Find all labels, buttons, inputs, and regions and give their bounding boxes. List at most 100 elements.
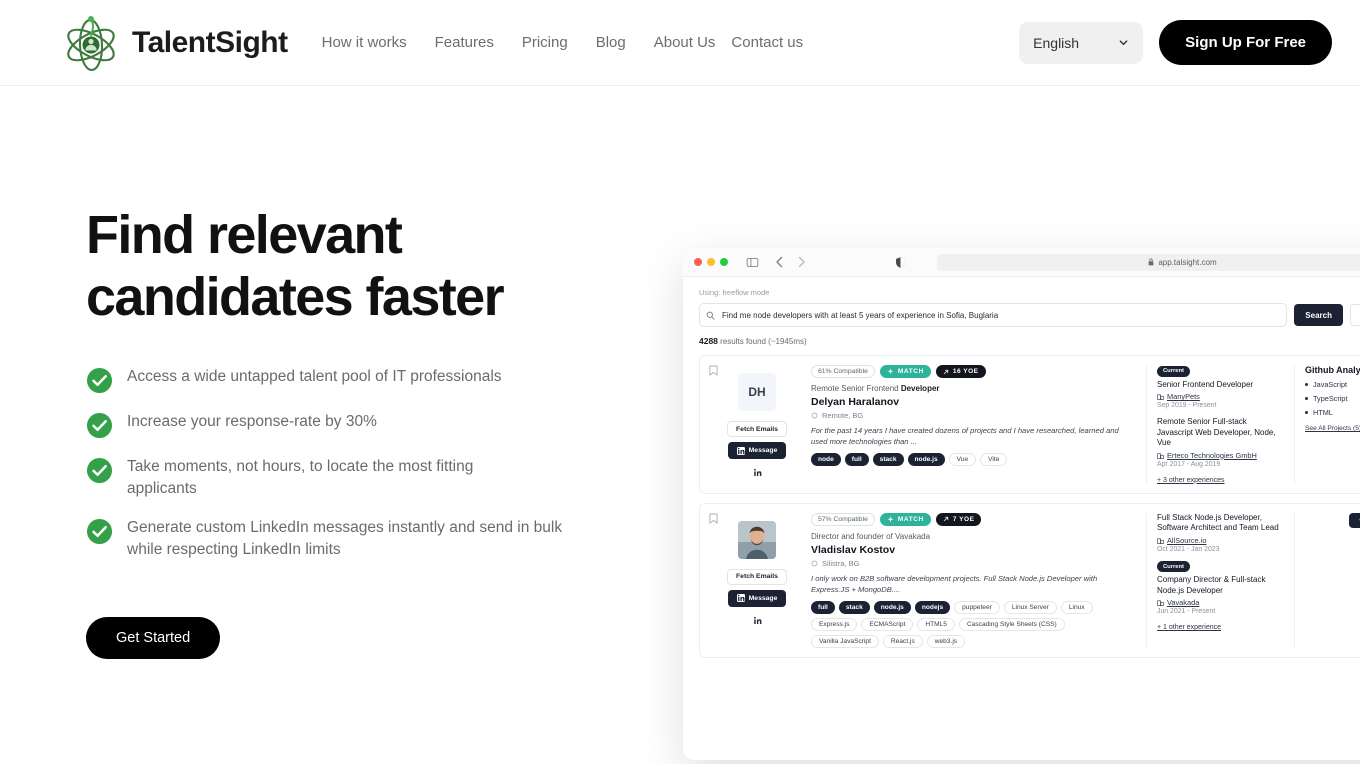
- skill-tag[interactable]: stack: [872, 453, 904, 466]
- get-started-button[interactable]: Get Started: [86, 617, 221, 660]
- yoe-label: 7 YOE: [952, 515, 975, 523]
- headline-bold: Developer: [900, 384, 940, 393]
- job-company[interactable]: AllSource.io: [1157, 536, 1284, 545]
- sparkle-icon: [887, 516, 894, 523]
- message-button[interactable]: Message: [727, 442, 787, 459]
- skill-tag[interactable]: Linux: [1060, 600, 1093, 614]
- experience-column: Full Stack Node.js Developer, Software A…: [1146, 512, 1294, 648]
- check-circle-icon: [86, 519, 113, 545]
- skill-tag[interactable]: node.js: [873, 600, 911, 614]
- nav-item-blog[interactable]: Blog: [596, 34, 626, 51]
- language-label: JavaScript: [1313, 380, 1348, 389]
- company-name: ManyPets: [1167, 392, 1200, 402]
- skill-tag[interactable]: Express.js: [811, 617, 858, 631]
- map-pin-icon: [811, 560, 818, 567]
- github-language-row: JavaScript: [1305, 380, 1360, 389]
- bookmark-icon[interactable]: [709, 365, 718, 376]
- filters-button[interactable]: Filters: [1349, 304, 1360, 326]
- browser-toolbar: app.talsight.com ⟳: [683, 248, 1360, 277]
- see-all-projects-link[interactable]: See All Projects (5): [1305, 425, 1360, 432]
- search-mode-label: Using: freeflow mode: [699, 288, 770, 297]
- skill-tag[interactable]: web3.js: [926, 634, 966, 648]
- brand-logo[interactable]: TalentSight: [62, 14, 288, 72]
- candidate-name[interactable]: Delyan Haralanov: [811, 396, 1136, 408]
- match-label: MATCH: [897, 368, 924, 375]
- nav-item-how-it-works[interactable]: How it works: [322, 34, 407, 51]
- job-title: Remote Senior Full-stack Javascript Web …: [1157, 417, 1284, 449]
- skill-tag[interactable]: full: [811, 600, 835, 614]
- skill-tag[interactable]: node.js: [907, 453, 945, 466]
- candidate-name[interactable]: Vladislav Kostov: [811, 544, 1136, 556]
- header-actions: English Sign Up For Free: [1019, 20, 1332, 65]
- address-bar[interactable]: app.talsight.com ⟳: [937, 253, 1360, 271]
- skill-tag[interactable]: Linux Server: [1003, 600, 1057, 614]
- job-dates: Apr 2017 - Aug 2019: [1157, 460, 1221, 468]
- main-nav: How it works Features Pricing Blog About…: [322, 34, 804, 51]
- job-company[interactable]: ManyPets: [1157, 392, 1284, 401]
- browser-nav: [775, 256, 806, 268]
- job-company[interactable]: Erteco Technologies GmbH: [1157, 451, 1284, 460]
- app-viewport: Using: freeflow mode Find me node develo…: [683, 277, 1360, 658]
- search-icon: [706, 311, 715, 320]
- skill-tag[interactable]: HTML5: [917, 617, 955, 631]
- linkedin-icon: [736, 446, 745, 455]
- message-button[interactable]: Message: [727, 589, 787, 607]
- candidate-actions: Fetch Emails Message: [709, 513, 805, 648]
- nav-item-about-us[interactable]: About Us: [654, 34, 716, 51]
- close-icon[interactable]: [694, 258, 702, 266]
- job-dates: Oct 2021 - Jan 2023: [1157, 545, 1220, 553]
- language-value: English: [1033, 34, 1080, 51]
- candidate-headline: Remote Senior Frontend Developer: [811, 384, 1136, 393]
- nav-item-contact-us[interactable]: Contact us: [731, 34, 803, 51]
- company-name: Vavakada: [1167, 598, 1200, 608]
- chevron-left-icon[interactable]: [775, 256, 784, 268]
- headline-prefix: Director and founder of Vavakada: [811, 531, 931, 541]
- candidate-actions: DH Fetch Emails Message: [709, 365, 805, 484]
- skill-tag[interactable]: Vanilla JavaScript: [811, 634, 879, 648]
- search-button[interactable]: Search: [1294, 304, 1343, 326]
- search-input[interactable]: Find me node developers with at least 5 …: [699, 303, 1288, 327]
- linkedin-icon[interactable]: [753, 468, 762, 477]
- match-badge: MATCH: [879, 365, 931, 378]
- job-company[interactable]: Vavakada: [1157, 598, 1284, 607]
- arrow-up-right-icon: [943, 517, 949, 522]
- candidate-card[interactable]: DH Fetch Emails Message 61% Compatible M…: [699, 355, 1360, 494]
- list-item: Access a wide untapped talent pool of IT…: [86, 366, 646, 394]
- skill-tag[interactable]: nodejs: [914, 600, 951, 614]
- chevron-right-icon[interactable]: [797, 256, 806, 268]
- github-language-row: TypeScript: [1305, 394, 1360, 403]
- more-experiences-link[interactable]: + 3 other experiences: [1157, 477, 1284, 484]
- maximize-icon[interactable]: [720, 258, 728, 266]
- experience-column: Current Senior Frontend Developer ManyPe…: [1146, 365, 1294, 484]
- benefit-text: Take moments, not hours, to locate the m…: [127, 458, 474, 498]
- fetch-emails-button[interactable]: Fetch Emails: [727, 421, 787, 437]
- match-label: MATCH: [897, 515, 924, 523]
- skill-tag[interactable]: Vue: [948, 453, 977, 466]
- skill-tag[interactable]: full: [844, 453, 869, 466]
- shield-icon[interactable]: [894, 256, 907, 269]
- github-ai-analysis-button[interactable]: Github AI Ana: [1348, 512, 1360, 528]
- sign-up-button[interactable]: Sign Up For Free: [1159, 20, 1332, 65]
- hero-content: Find relevant candidates faster Access a…: [86, 204, 646, 660]
- sparkle-icon: [887, 368, 894, 375]
- list-item: Take moments, not hours, to locate the m…: [86, 456, 646, 500]
- skill-tag[interactable]: node: [811, 453, 841, 466]
- compatibility-badge: 57% Compatible: [811, 512, 875, 526]
- nav-item-pricing[interactable]: Pricing: [522, 34, 568, 51]
- skill-tag[interactable]: React.js: [882, 634, 923, 648]
- candidate-card[interactable]: Fetch Emails Message 57% Compatible MATC…: [699, 502, 1360, 658]
- bookmark-icon[interactable]: [709, 513, 718, 524]
- fetch-emails-button[interactable]: Fetch Emails: [727, 568, 787, 585]
- linkedin-icon[interactable]: [753, 616, 762, 625]
- language-selector[interactable]: English: [1019, 21, 1144, 64]
- more-experiences-link[interactable]: + 1 other experience: [1157, 624, 1284, 631]
- skill-tag[interactable]: Cascading Style Sheets (CSS): [958, 617, 1065, 631]
- skill-tag[interactable]: stack: [838, 600, 870, 614]
- sidebar-toggle-icon[interactable]: [746, 256, 759, 269]
- skill-tag[interactable]: ECMAScript: [861, 617, 914, 631]
- minimize-icon[interactable]: [707, 258, 715, 266]
- skill-tag[interactable]: Vite: [980, 453, 1008, 466]
- arrow-up-right-icon: [943, 369, 949, 374]
- nav-item-features[interactable]: Features: [435, 34, 494, 51]
- skill-tag[interactable]: puppeteer: [954, 600, 1000, 614]
